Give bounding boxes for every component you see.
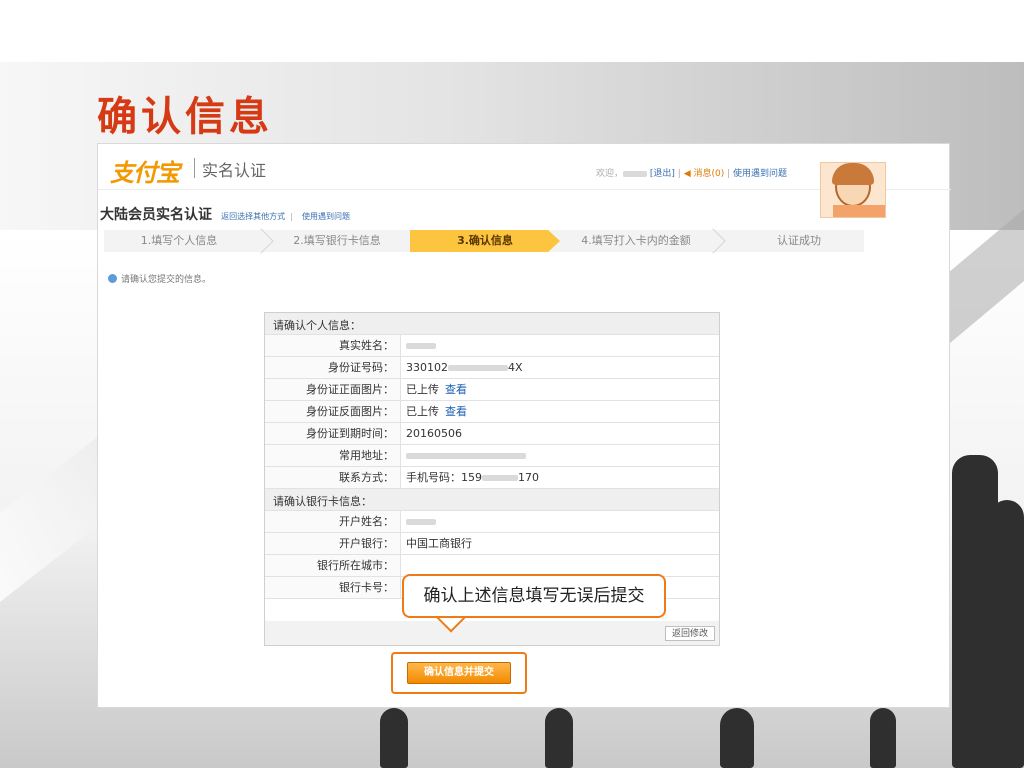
info-icon [108,274,117,283]
decorative-silhouette [545,708,573,768]
alipay-logo[interactable]: 支付宝 [110,153,180,188]
bank-city-label: 银行所在城市： [265,555,401,576]
redacted-username [623,170,648,177]
id-expiry-value: 20160506 [406,427,462,440]
real-name-label: 真实姓名： [265,335,401,356]
id-number-label: 身份证号码： [265,357,401,378]
message-icon: ◀ [683,169,691,179]
bank-section-title: 请确认银行卡信息： [273,495,372,508]
decorative-silhouette [870,708,896,768]
view-id-front-link[interactable]: 查看 [445,383,467,396]
bank-section-header: 请确认银行卡信息： [265,489,719,511]
progress-steps: 1.填写个人信息 2.填写银行卡信息 3.确认信息 4.填写打入卡内的金额 认证… [104,228,864,254]
step-2: 2.填写银行卡信息 [293,234,381,247]
step-3-active: 3.确认信息 [410,230,560,252]
personal-section-title: 请确认个人信息： [273,319,361,332]
id-back-label: 身份证反面图片： [265,401,401,422]
page-heading: 大陆会员实名认证 返回选择其他方式 | 使用遇到问题 [100,204,350,224]
submit-highlight: 确认信息并提交 [391,652,527,694]
id-back-row: 身份证反面图片： 已上传 查看 [265,401,719,423]
other-method-link[interactable]: 返回选择其他方式 [221,212,285,221]
real-name-row: 真实姓名： [265,335,719,357]
slide-title: 确认信息 [97,93,273,140]
id-front-label: 身份证正面图片： [265,379,401,400]
divider: | [290,212,293,221]
bank-name-value: 中国工商银行 [406,537,472,550]
messages-link[interactable]: 消息(0) [693,169,724,179]
card-number-label: 银行卡号： [265,577,401,598]
avatar-hair [832,163,874,185]
account-holder-value [406,511,436,532]
user-links: 欢迎， [退出] | ◀ 消息(0) | 使用遇到问题 [596,169,788,179]
real-name-value [406,335,436,356]
notice: 请确认您提交的信息。 [108,272,211,285]
id-number-row: 身份证号码： 330102 4X [265,357,719,379]
bank-name-row: 开户银行： 中国工商银行 [265,533,719,555]
decorative-silhouette [380,708,408,768]
step-divider [248,228,274,254]
contact-label: 联系方式： [265,467,401,488]
step-1: 1.填写个人信息 [140,234,218,247]
confirm-submit-button[interactable]: 确认信息并提交 [407,662,511,684]
id-back-value: 已上传 查看 [406,405,467,418]
id-front-row: 身份证正面图片： 已上传 查看 [265,379,719,401]
personal-section-header: 请确认个人信息： [265,313,719,335]
contact-value: 手机号码：159 170 [406,471,539,484]
id-expiry-label: 身份证到期时间： [265,423,401,444]
account-holder-label: 开户姓名： [265,511,401,532]
address-label: 常用地址： [265,445,401,466]
contact-row: 联系方式： 手机号码：159 170 [265,467,719,489]
logo-divider [194,158,195,178]
welcome-text: 欢迎， [596,169,624,179]
logout-link[interactable]: [退出] [650,169,675,179]
address-value [406,445,526,466]
decorative-silhouette [720,708,754,768]
step-5: 认证成功 [777,234,821,247]
form-footer: 返回修改 [265,621,719,645]
id-expiry-row: 身份证到期时间： 20160506 [265,423,719,445]
callout-annotation: 确认上述信息填写无误后提交 [402,574,666,618]
notice-text: 请确认您提交的信息。 [121,275,212,285]
step-4: 4.填写打入卡内的金额 [581,234,691,247]
view-id-back-link[interactable]: 查看 [445,405,467,418]
account-holder-row: 开户姓名： [265,511,719,533]
assistant-avatar[interactable] [820,162,886,218]
page-title: 大陆会员实名认证 [100,207,212,223]
decorative-silhouette [990,500,1024,768]
id-number-value: 330102 4X [406,361,523,374]
avatar-tag [833,205,885,217]
app-title: 实名认证 [202,161,267,180]
help-link[interactable]: 使用遇到问题 [733,169,787,179]
bank-name-label: 开户银行： [265,533,401,554]
id-front-value: 已上传 查看 [406,383,467,396]
address-row: 常用地址： [265,445,719,467]
help-link-secondary[interactable]: 使用遇到问题 [302,212,350,221]
screenshot-panel: 支付宝 实名认证 欢迎， [退出] | ◀ 消息(0) | 使用遇到问题 大陆会… [97,143,951,708]
back-edit-button[interactable]: 返回修改 [665,626,715,641]
